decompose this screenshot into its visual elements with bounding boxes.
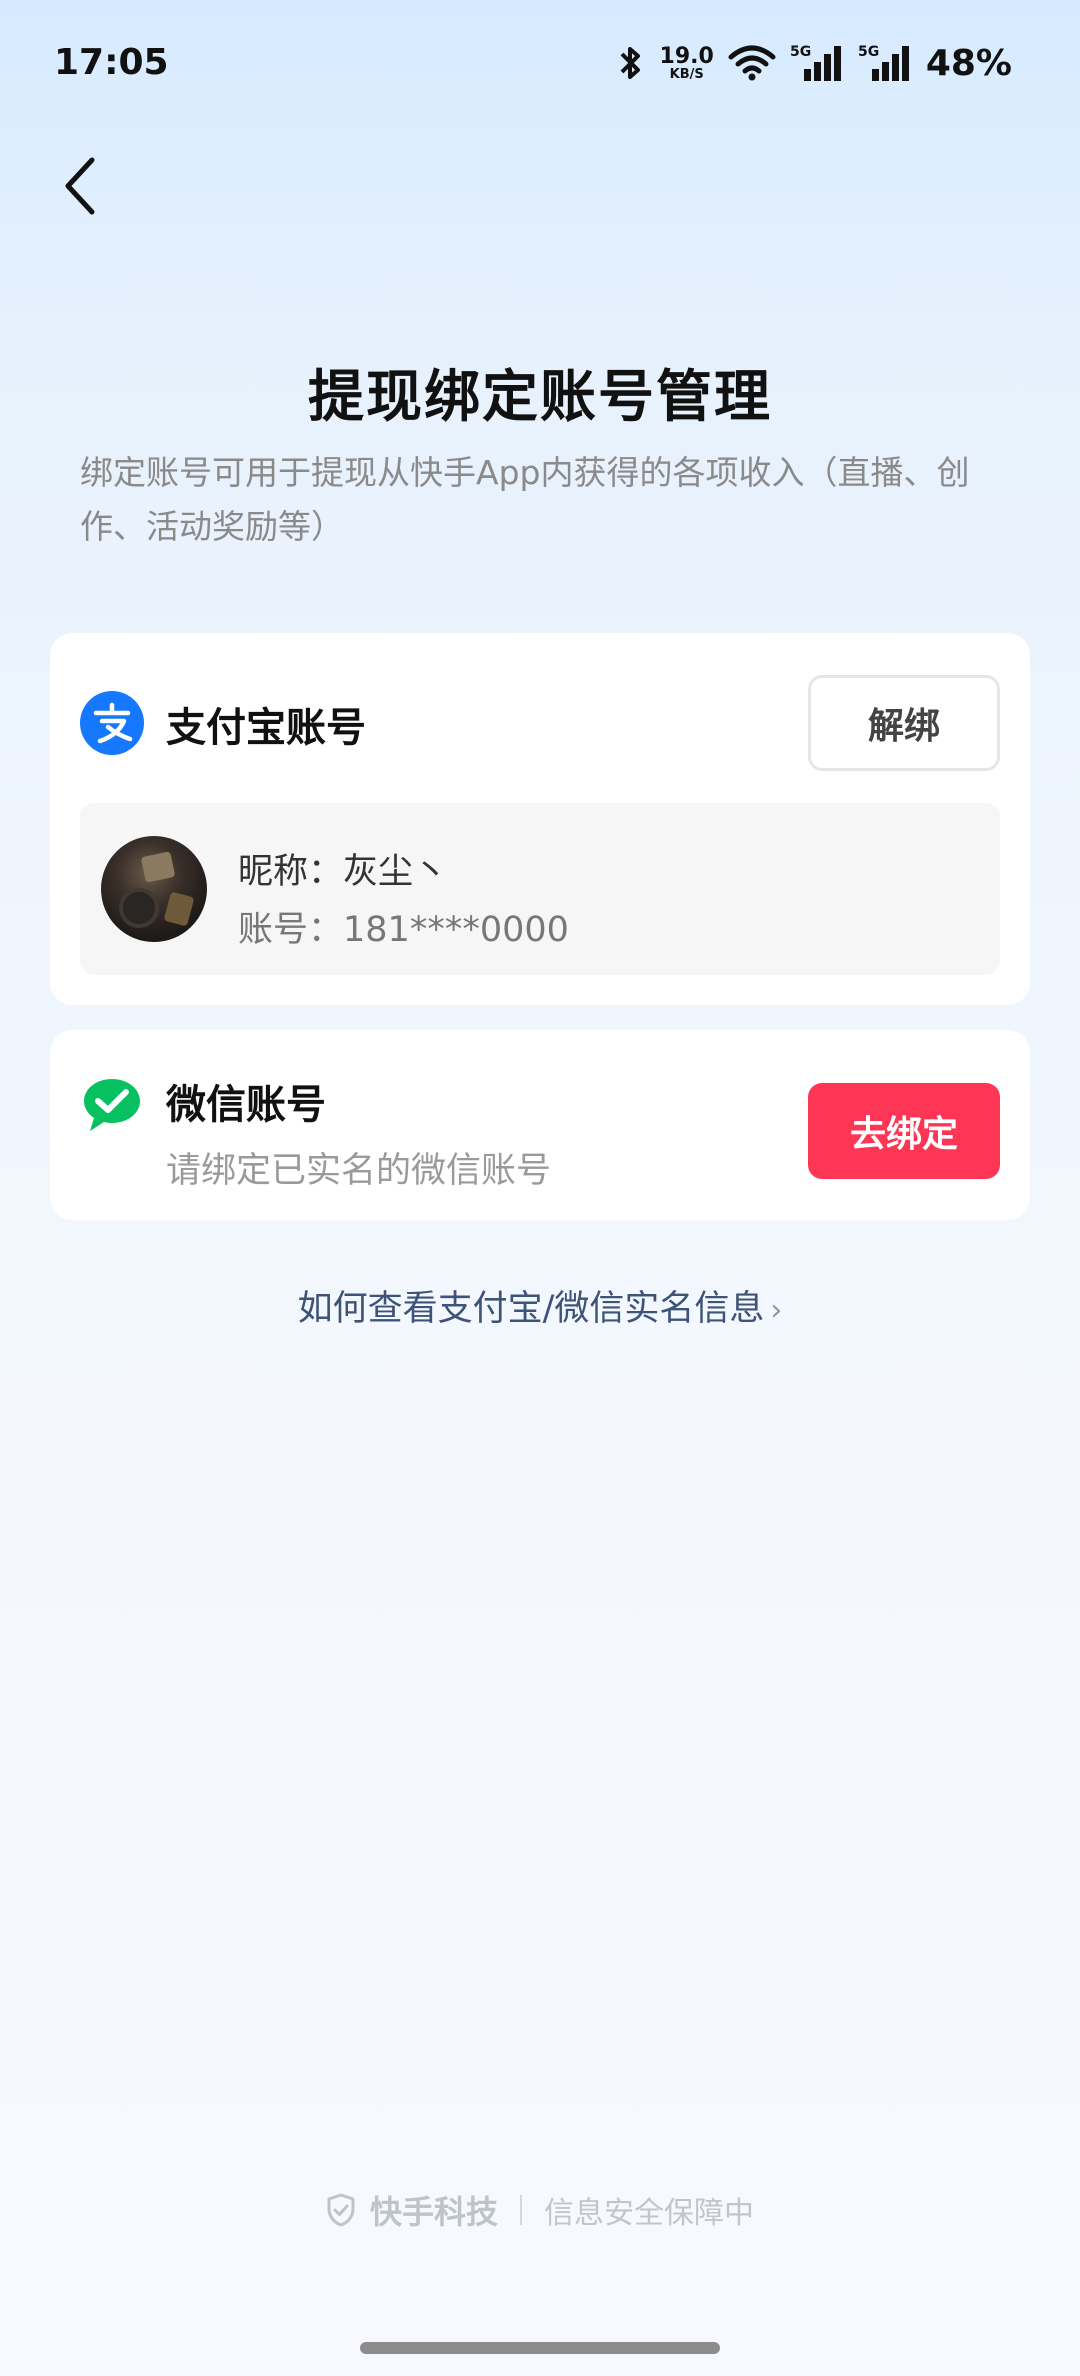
footer: 快手科技 信息安全保障中: [0, 2186, 1080, 2234]
help-link[interactable]: 如何查看支付宝/微信实名信息 ›: [0, 1280, 1080, 1331]
chevron-left-icon: [65, 157, 95, 215]
wechat-card: 微信账号 请绑定已实名的微信账号 去绑定: [50, 1030, 1030, 1220]
page-description: 绑定账号可用于提现从快手App内获得的各项收入（直播、创作、活动奖励等）: [80, 453, 970, 546]
net-speed: 19.0 KB/S: [659, 43, 714, 82]
wechat-icon: [84, 1079, 140, 1131]
wechat-subtitle: 请绑定已实名的微信账号: [166, 1151, 552, 1191]
svg-text:5G: 5G: [858, 44, 879, 60]
nickname-row: 昵称：灰尘丶: [238, 843, 448, 894]
shield-check-icon: [327, 2193, 355, 2227]
net-speed-unit: KB/S: [669, 66, 704, 82]
account-value: 181****0000: [343, 910, 569, 950]
status-time: 17:05: [54, 42, 169, 83]
alipay-icon: [80, 691, 144, 755]
nickname-label: 昵称：: [238, 852, 344, 892]
alipay-card: 支付宝账号 解绑 昵称：灰尘丶 账号：181****0000: [50, 633, 1030, 1005]
page-title: 提现绑定账号管理: [308, 365, 772, 430]
signal-5g-icon: 5G: [858, 44, 909, 81]
bind-wechat-button[interactable]: 去绑定: [808, 1083, 1000, 1179]
chevron-right-icon: ›: [770, 1293, 783, 1328]
account-label: 账号：: [238, 910, 344, 950]
unbind-button[interactable]: 解绑: [808, 675, 1000, 771]
status-bar: 17:05 19.0 KB/S 5G 5G 48%: [0, 0, 1080, 120]
alipay-title: 支付宝账号: [166, 705, 366, 751]
signal-5g-icon: 5G: [790, 44, 841, 81]
footer-divider: [520, 2195, 522, 2225]
avatar: [101, 836, 207, 942]
home-indicator[interactable]: [360, 2342, 720, 2354]
alipay-account-box: 昵称：灰尘丶 账号：181****0000: [80, 803, 1000, 975]
net-speed-value: 19.0: [659, 43, 714, 69]
battery-level: 48%: [925, 42, 1012, 84]
bluetooth-icon: [620, 47, 640, 79]
footer-slogan: 信息安全保障中: [544, 2196, 754, 2231]
help-link-label: 如何查看支付宝/微信实名信息: [297, 1289, 765, 1329]
back-button[interactable]: [50, 150, 110, 222]
account-row: 账号：181****0000: [238, 901, 569, 952]
svg-text:5G: 5G: [790, 44, 811, 60]
wifi-icon: [728, 45, 776, 81]
status-icons: 19.0 KB/S 5G 5G 48%: [616, 38, 1012, 88]
wechat-title: 微信账号: [166, 1082, 326, 1128]
nickname-value: 灰尘丶: [343, 852, 449, 892]
footer-brand: 快手科技: [369, 2193, 498, 2231]
